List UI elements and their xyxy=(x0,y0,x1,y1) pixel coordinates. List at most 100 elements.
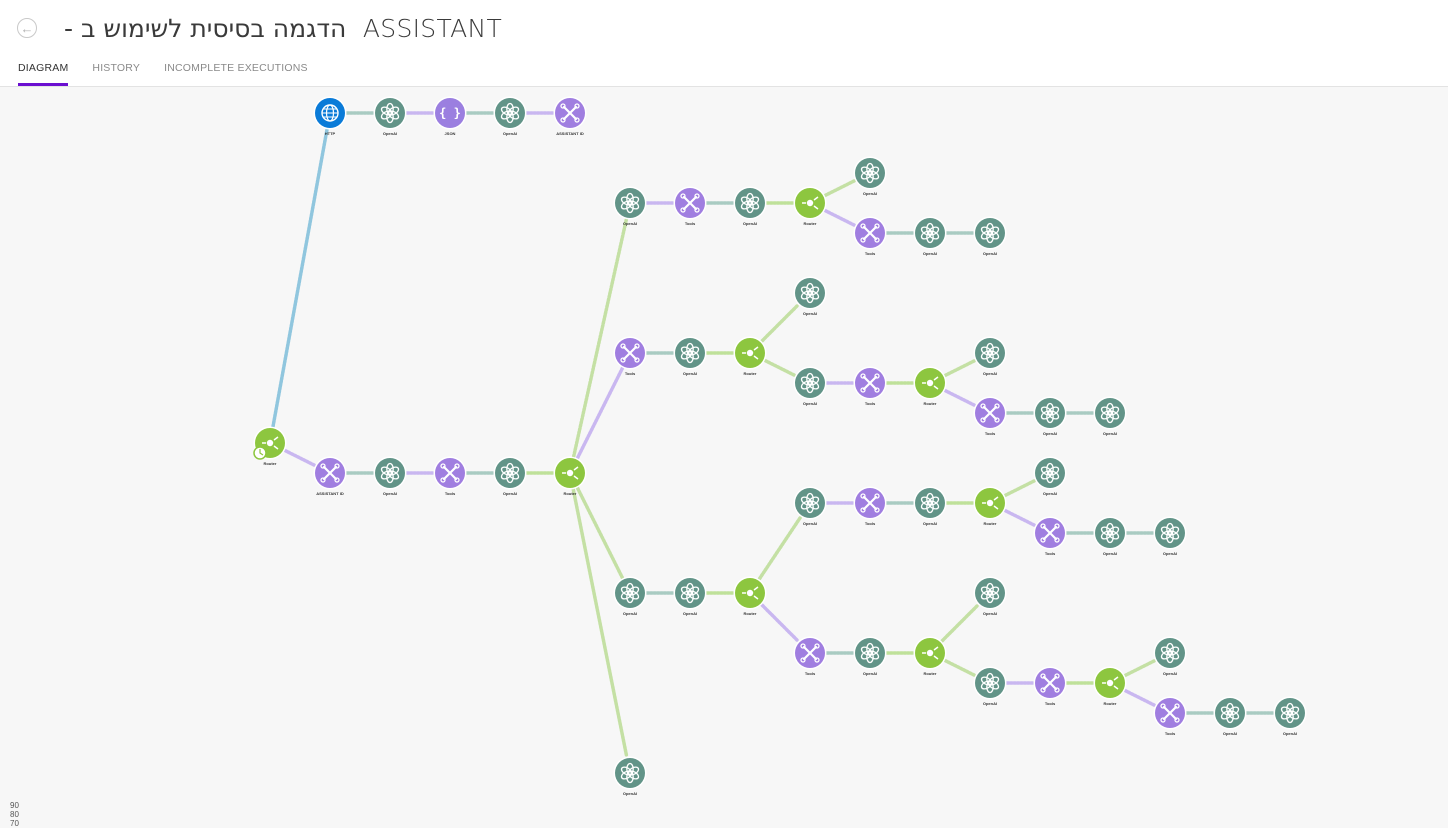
module-openai[interactable]: OpenAI xyxy=(1213,696,1247,737)
module-router[interactable]: Router xyxy=(733,336,767,377)
module-openai[interactable]: OpenAI xyxy=(913,486,947,527)
ruler-label: 90 xyxy=(10,801,19,810)
module-openai[interactable]: OpenAI xyxy=(973,216,1007,257)
module-router[interactable]: Router xyxy=(733,576,767,617)
connection-line[interactable] xyxy=(1123,688,1157,708)
connection-line[interactable] xyxy=(757,515,803,581)
module-openai[interactable]: OpenAI xyxy=(853,156,887,197)
ruler-label: 70 xyxy=(10,819,19,828)
module-openai[interactable]: OpenAI xyxy=(613,576,647,617)
connection-line[interactable] xyxy=(943,358,977,378)
module-tools[interactable]: Tools xyxy=(973,396,1007,437)
module-tools[interactable]: ASSISTANT ID xyxy=(553,96,587,137)
connection-line[interactable] xyxy=(575,486,625,580)
module-router[interactable]: Router xyxy=(553,456,587,497)
tab-incomplete-executions[interactable]: INCOMPLETE EXECUTIONS xyxy=(164,62,308,86)
connection-line[interactable] xyxy=(760,303,800,343)
module-openai[interactable]: OpenAI xyxy=(373,456,407,497)
module-openai[interactable]: OpenAI xyxy=(1153,636,1187,677)
module-json[interactable]: { } JSON xyxy=(433,96,467,137)
module-tools[interactable]: Tools xyxy=(853,366,887,407)
connection-line[interactable] xyxy=(763,358,797,378)
module-tools[interactable]: Tools xyxy=(1033,516,1067,557)
module-openai[interactable]: OpenAI xyxy=(613,756,647,797)
module-circle xyxy=(1155,638,1185,668)
diagram-canvas[interactable]: HTTP OpenAI { } JSON OpenAI ASSISTANT ID Route… xyxy=(0,87,1448,828)
module-openai[interactable]: OpenAI xyxy=(733,186,767,227)
connection-line[interactable] xyxy=(760,603,800,643)
module-openai[interactable]: OpenAI xyxy=(613,186,647,227)
connection-line[interactable] xyxy=(823,208,857,228)
module-http[interactable]: HTTP xyxy=(313,96,347,137)
module-circle xyxy=(975,338,1005,368)
module-label: OpenAI xyxy=(503,131,517,136)
module-label: OpenAI xyxy=(1103,431,1117,436)
arrow-left-icon[interactable]: ← xyxy=(17,18,37,38)
module-openai[interactable]: OpenAI xyxy=(793,366,827,407)
module-openai[interactable]: OpenAI xyxy=(1093,516,1127,557)
module-tools[interactable]: Tools xyxy=(853,216,887,257)
module-label: OpenAI xyxy=(983,701,997,706)
module-label: OpenAI xyxy=(863,191,877,196)
module-router[interactable]: Router xyxy=(913,636,947,677)
module-label: Tools xyxy=(985,431,996,436)
module-openai[interactable]: OpenAI xyxy=(973,576,1007,617)
tab-diagram[interactable]: DIAGRAM xyxy=(18,62,69,86)
module-router[interactable]: Router xyxy=(1093,666,1127,707)
module-label: Router xyxy=(264,461,277,466)
module-openai[interactable]: OpenAI xyxy=(493,96,527,137)
connection-line[interactable] xyxy=(940,603,980,643)
module-label: OpenAI xyxy=(383,131,397,136)
module-openai[interactable]: OpenAI xyxy=(793,276,827,317)
connection-line[interactable] xyxy=(1123,658,1157,678)
module-circle xyxy=(615,758,645,788)
module-openai[interactable]: OpenAI xyxy=(973,336,1007,377)
module-router[interactable]: Router xyxy=(913,366,947,407)
module-label: OpenAI xyxy=(863,671,877,676)
connection-line[interactable] xyxy=(943,388,977,408)
module-tools[interactable]: Tools xyxy=(1033,666,1067,707)
module-openai[interactable]: OpenAI xyxy=(973,666,1007,707)
module-openai[interactable]: OpenAI xyxy=(853,636,887,677)
connection-line[interactable] xyxy=(1003,478,1037,498)
module-label: Tools xyxy=(865,521,876,526)
module-tools[interactable]: Tools xyxy=(613,336,647,377)
module-tools[interactable]: ASSISTANT ID xyxy=(313,456,347,497)
module-label: OpenAI xyxy=(1283,731,1297,736)
module-label: OpenAI xyxy=(1163,671,1177,676)
tab-history[interactable]: HISTORY xyxy=(92,62,140,86)
module-openai[interactable]: OpenAI xyxy=(1033,456,1067,497)
module-tools[interactable]: Tools xyxy=(1153,696,1187,737)
module-tools[interactable]: Tools xyxy=(673,186,707,227)
connection-line[interactable] xyxy=(271,127,329,429)
module-label: OpenAI xyxy=(983,611,997,616)
module-openai[interactable]: OpenAI xyxy=(673,576,707,617)
clock-icon[interactable] xyxy=(253,446,267,460)
module-openai[interactable]: OpenAI xyxy=(373,96,407,137)
module-router[interactable]: Router xyxy=(973,486,1007,527)
module-circle xyxy=(375,458,405,488)
connection-line[interactable] xyxy=(943,658,977,678)
module-circle xyxy=(915,218,945,248)
module-circle xyxy=(1155,518,1185,548)
module-openai[interactable]: OpenAI xyxy=(1093,396,1127,437)
module-router[interactable]: Router xyxy=(253,426,287,467)
module-openai[interactable]: OpenAI xyxy=(1033,396,1067,437)
module-circle xyxy=(1215,698,1245,728)
scenario-header: ← הדגמה בסיסית לשימוש ב - ASSISTANT DIAG… xyxy=(0,0,1448,87)
module-openai[interactable]: OpenAI xyxy=(673,336,707,377)
module-openai[interactable]: OpenAI xyxy=(913,216,947,257)
module-router[interactable]: Router xyxy=(793,186,827,227)
module-label: OpenAI xyxy=(623,221,637,226)
module-openai[interactable]: OpenAI xyxy=(1153,516,1187,557)
module-tools[interactable]: Tools xyxy=(853,486,887,527)
module-openai[interactable]: OpenAI xyxy=(493,456,527,497)
connection-line[interactable] xyxy=(283,448,317,468)
scenario-diagram[interactable]: HTTP OpenAI { } JSON OpenAI ASSISTANT ID Route… xyxy=(0,87,1448,828)
module-openai[interactable]: OpenAI xyxy=(1273,696,1307,737)
connection-line[interactable] xyxy=(1003,508,1037,528)
connection-line[interactable] xyxy=(823,178,857,198)
connection-line[interactable] xyxy=(571,217,629,459)
module-tools[interactable]: Tools xyxy=(433,456,467,497)
module-tools[interactable]: Tools xyxy=(793,636,827,677)
